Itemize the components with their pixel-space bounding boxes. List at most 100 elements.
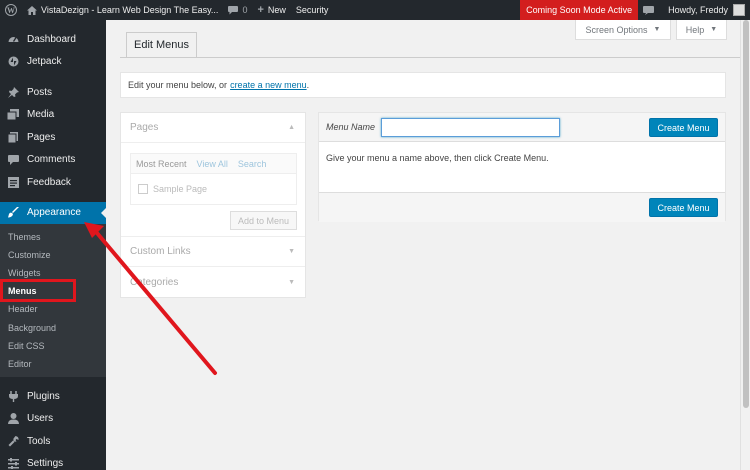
submenu-item-customize[interactable]: Customize bbox=[0, 246, 106, 264]
sidebar-item-label: Users bbox=[27, 413, 54, 425]
sidebar-item-users[interactable]: Users bbox=[0, 408, 106, 431]
tab-most-recent[interactable]: Most Recent bbox=[136, 159, 187, 169]
avatar bbox=[733, 4, 745, 16]
sidebar-item-appearance[interactable]: Appearance bbox=[0, 201, 106, 224]
sample-page-label: Sample Page bbox=[153, 184, 208, 194]
plug-icon bbox=[6, 390, 20, 402]
sidebar-item-posts[interactable]: Posts bbox=[0, 81, 106, 104]
sidebar-item-label: Jetpack bbox=[27, 56, 62, 68]
pages-panel-title: Pages bbox=[130, 122, 159, 133]
media-icon bbox=[6, 109, 20, 121]
sidebar-item-media[interactable]: Media bbox=[0, 104, 106, 127]
main-content: Screen Options ▼ Help ▼ Edit Menus Edit … bbox=[106, 20, 750, 470]
create-new-menu-link[interactable]: create a new menu bbox=[230, 80, 307, 90]
tab-divider bbox=[120, 57, 750, 58]
create-menu-button-top[interactable]: Create Menu bbox=[649, 118, 718, 137]
chevron-down-icon: ▼ bbox=[288, 278, 295, 286]
pages-tabs: Most Recent View All Search bbox=[130, 153, 297, 173]
my-account-link[interactable]: Howdy, Freddy bbox=[663, 0, 750, 20]
comment-icon bbox=[228, 5, 239, 15]
sidebar-item-jetpack[interactable]: Jetpack bbox=[0, 51, 106, 74]
screen-options-button[interactable]: Screen Options ▼ bbox=[575, 20, 671, 40]
help-label: Help bbox=[685, 24, 705, 35]
menu-separator bbox=[0, 73, 106, 81]
home-icon bbox=[27, 5, 37, 15]
screen-options-label: Screen Options bbox=[585, 24, 648, 35]
coming-soon-label: Coming Soon Mode Active bbox=[526, 5, 633, 15]
submenu-item-editor[interactable]: Editor bbox=[0, 355, 106, 373]
chevron-down-icon: ▼ bbox=[710, 26, 718, 33]
plus-icon: + bbox=[257, 4, 264, 16]
wordpress-logo-icon[interactable]: W bbox=[0, 0, 22, 20]
wrench-icon bbox=[6, 435, 20, 447]
add-button-row: Add to Menu bbox=[130, 211, 297, 230]
menu-editor-header: Menu Name Create Menu bbox=[319, 113, 725, 142]
sidebar-item-label: Posts bbox=[27, 86, 53, 98]
page-scrollbar[interactable] bbox=[740, 20, 750, 470]
menus-highlight-box bbox=[0, 279, 76, 302]
notice-suffix: . bbox=[306, 80, 310, 90]
howdy-label: Howdy, Freddy bbox=[668, 5, 728, 15]
comments-count: 0 bbox=[242, 5, 248, 15]
edit-menu-notice: Edit your menu below, or create a new me… bbox=[120, 72, 726, 98]
tab-edit-menus[interactable]: Edit Menus bbox=[126, 32, 198, 57]
coming-soon-badge[interactable]: Coming Soon Mode Active bbox=[520, 0, 639, 20]
sidebar-item-settings[interactable]: Settings bbox=[0, 453, 106, 470]
feedback-icon bbox=[6, 176, 20, 188]
sidebar-item-pages[interactable]: Pages bbox=[0, 126, 106, 149]
sidebar-item-plugins[interactable]: Plugins bbox=[0, 385, 106, 408]
site-title: VistaDezign - Learn Web Design The Easy.… bbox=[41, 5, 219, 15]
submenu-item-header[interactable]: Header bbox=[0, 300, 106, 318]
settings-icon bbox=[6, 458, 20, 470]
sidebar-item-label: Appearance bbox=[27, 207, 81, 218]
tab-view-all[interactable]: View All bbox=[197, 159, 228, 169]
sidebar-item-label: Dashboard bbox=[27, 33, 76, 45]
menu-name-input[interactable] bbox=[381, 117, 560, 137]
admin-sidebar: Dashboard Jetpack Posts Media Pages Comm… bbox=[0, 20, 106, 470]
help-button[interactable]: Help ▼ bbox=[676, 20, 727, 40]
submenu-item-background[interactable]: Background bbox=[0, 318, 106, 336]
sidebar-item-label: Tools bbox=[27, 435, 51, 447]
dashboard-icon bbox=[6, 34, 20, 45]
menu-name-label: Menu Name bbox=[326, 122, 376, 132]
new-content-link[interactable]: + New bbox=[252, 0, 290, 20]
notifications-link[interactable] bbox=[638, 0, 663, 20]
security-link[interactable]: Security bbox=[291, 0, 334, 20]
pages-panel-body: Most Recent View All Search Sample Page … bbox=[121, 143, 305, 236]
sidebar-item-label: Media bbox=[27, 109, 55, 121]
chevron-up-icon: ▲ bbox=[288, 124, 295, 131]
sample-page-checkbox[interactable] bbox=[138, 184, 148, 194]
categories-title: Categories bbox=[130, 276, 179, 288]
sidebar-item-label: Plugins bbox=[27, 390, 60, 402]
jetpack-icon bbox=[6, 56, 20, 67]
tab-search[interactable]: Search bbox=[238, 159, 267, 169]
menu-separator bbox=[0, 377, 106, 385]
notice-text: Edit your menu below, or bbox=[128, 80, 228, 90]
page-icon bbox=[6, 131, 20, 143]
submenu-item-edit-css[interactable]: Edit CSS bbox=[0, 337, 106, 355]
sidebar-item-label: Feedback bbox=[27, 176, 71, 188]
add-to-menu-button[interactable]: Add to Menu bbox=[229, 211, 297, 230]
tab-label: Edit Menus bbox=[134, 39, 190, 51]
create-menu-button-bottom[interactable]: Create Menu bbox=[649, 198, 718, 217]
most-recent-list: Sample Page bbox=[130, 173, 297, 205]
sidebar-item-feedback[interactable]: Feedback bbox=[0, 171, 106, 194]
custom-links-title: Custom Links bbox=[130, 246, 191, 257]
comments-link[interactable]: 0 bbox=[223, 0, 252, 20]
custom-links-panel-header[interactable]: Custom Links ▼ bbox=[121, 237, 305, 267]
comment-icon bbox=[6, 154, 20, 165]
pages-panel-header[interactable]: Pages ▲ bbox=[121, 113, 305, 143]
sidebar-item-comments[interactable]: Comments bbox=[0, 149, 106, 172]
sidebar-item-label: Pages bbox=[27, 131, 56, 143]
sidebar-item-label: Comments bbox=[27, 154, 76, 166]
menu-editor-footer: Create Menu bbox=[319, 193, 725, 222]
notification-icon bbox=[643, 5, 655, 15]
menu-items-panels: Pages ▲ Most Recent View All Search Samp… bbox=[120, 112, 306, 298]
site-name-link[interactable]: VistaDezign - Learn Web Design The Easy.… bbox=[22, 0, 223, 20]
submenu-item-themes[interactable]: Themes bbox=[0, 228, 106, 246]
scrollbar-thumb[interactable] bbox=[743, 20, 749, 408]
pin-icon bbox=[6, 86, 20, 98]
sidebar-item-dashboard[interactable]: Dashboard bbox=[0, 28, 106, 51]
sidebar-item-tools[interactable]: Tools bbox=[0, 430, 106, 453]
categories-panel-header[interactable]: Categories ▼ bbox=[121, 267, 305, 297]
